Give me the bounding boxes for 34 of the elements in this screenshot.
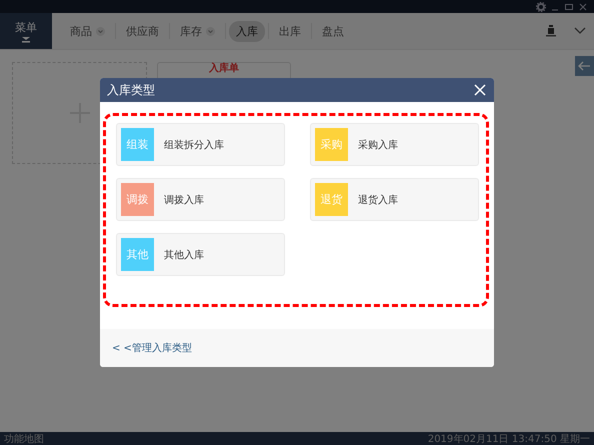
type-card[interactable]: 退货 退货入库 — [310, 178, 479, 221]
maximize-icon[interactable] — [564, 2, 574, 12]
date-time: 2019年02月11日 13:47:50 星期一 — [428, 432, 590, 445]
chevron-down-icon[interactable] — [574, 27, 586, 35]
type-badge: 采购 — [315, 128, 348, 161]
type-badge: 组装 — [121, 128, 154, 161]
manage-types-link[interactable]: < <管理入库类型 — [112, 341, 192, 355]
type-badge: 其他 — [121, 238, 154, 271]
settings-icon[interactable] — [536, 2, 546, 12]
type-label: 退货入库 — [358, 194, 398, 206]
type-card[interactable]: 采购 采购入库 — [310, 123, 479, 166]
type-badge: 调拨 — [121, 183, 154, 216]
type-card[interactable]: 其他 其他入库 — [116, 233, 285, 276]
nav-tab[interactable]: 库存 — [173, 20, 222, 42]
type-label: 采购入库 — [358, 138, 398, 152]
type-label: 调拨入库 — [164, 194, 204, 206]
type-badge: 退货 — [315, 183, 348, 216]
chevron-down-icon[interactable] — [96, 26, 105, 36]
type-label: 组装拆分入库 — [164, 138, 224, 152]
dialog-title: 入库类型 — [107, 82, 155, 98]
function-map-link[interactable]: 功能地图 — [4, 432, 44, 445]
nav-tab[interactable]: 盘点 — [315, 20, 351, 42]
menu-label: 菜单 — [15, 20, 37, 34]
double-caret-icon — [22, 36, 30, 42]
chevron-down-icon[interactable] — [206, 26, 215, 36]
nav-tab[interactable]: 供应商 — [119, 20, 166, 42]
nav-tab[interactable]: 出库 — [272, 20, 308, 42]
menu-button[interactable]: 菜单 — [0, 13, 52, 49]
type-card[interactable]: 调拨 调拨入库 — [116, 178, 285, 221]
nav-tab[interactable]: 入库 — [229, 20, 265, 42]
nav-tab[interactable]: 商品 — [63, 20, 112, 42]
type-card[interactable]: 组装 组装拆分入库 — [116, 123, 285, 166]
type-label: 其他入库 — [164, 248, 204, 262]
order-title: 入库单 — [209, 63, 239, 74]
